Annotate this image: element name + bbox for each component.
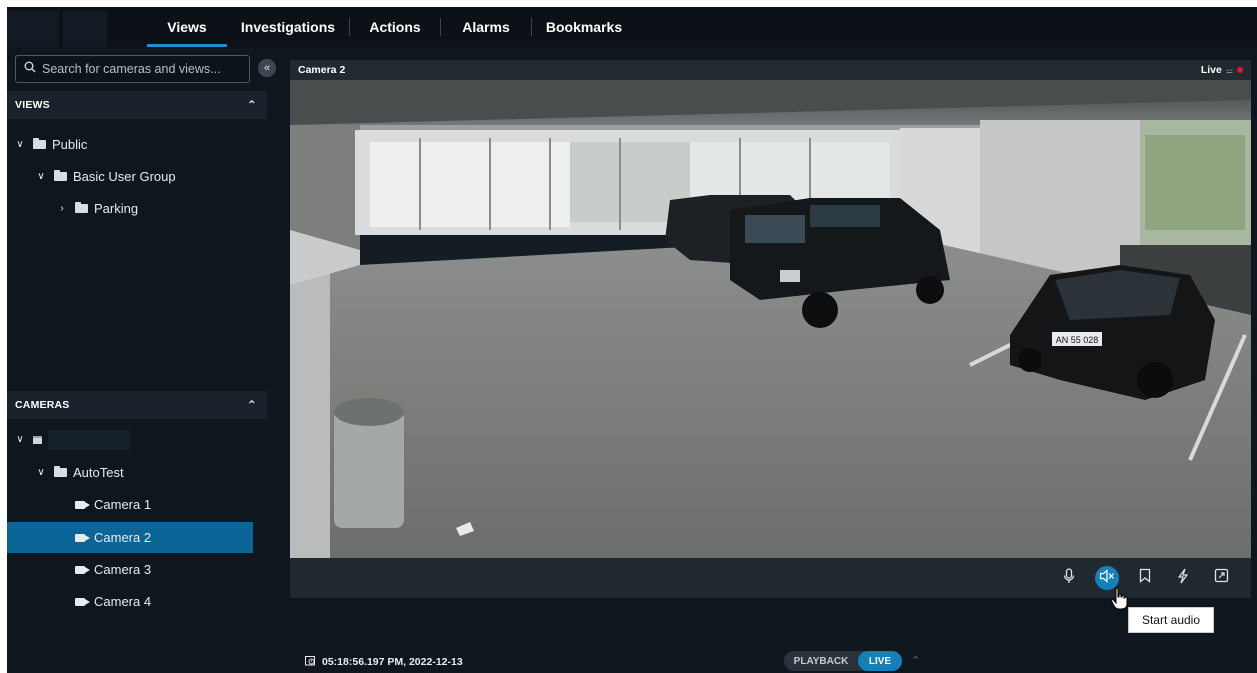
tree-item-label: Camera 3: [94, 562, 152, 577]
top-nav: Views Investigations Actions Alarms Book…: [7, 7, 1257, 47]
microphone-button[interactable]: [1057, 566, 1081, 590]
sidebar: « VIEWS ⌃ ∨ Public ∨ Basic User Group › …: [7, 47, 276, 673]
camera-icon: [75, 597, 90, 606]
tab-actions[interactable]: Actions: [350, 7, 440, 47]
folder-icon: [54, 170, 67, 181]
tab-views[interactable]: Views: [147, 7, 227, 47]
logo-placeholder: [63, 11, 107, 47]
tree-item-public[interactable]: ∨ Public: [7, 129, 253, 160]
camera-viewer[interactable]: Camera 2 Live ⚍ AN 55 028: [290, 60, 1251, 598]
playback-live-toggle: PLAYBACK LIVE: [784, 651, 902, 671]
timestamp[interactable]: 05:18:56.197 PM, 2022-12-13: [305, 655, 463, 669]
parking-garage-scene: AN 55 028: [290, 80, 1251, 558]
tree-item-parking[interactable]: › Parking: [7, 193, 253, 224]
collapse-sidebar-button[interactable]: «: [258, 59, 276, 77]
tree-item-server[interactable]: ∨: [7, 424, 253, 455]
tree-item-label: Basic User Group: [73, 169, 176, 184]
license-plate-text: AN 55 028: [1056, 335, 1099, 345]
camera-title: Camera 2: [298, 64, 346, 76]
recording-dot-icon: [1237, 67, 1243, 73]
add-bookmark-button[interactable]: [1133, 566, 1157, 590]
playback-mode-button[interactable]: PLAYBACK: [784, 651, 858, 671]
chevron-up-icon[interactable]: ⌃: [247, 398, 257, 412]
timestamp-text: 05:18:56.197 PM, 2022-12-13: [322, 656, 463, 668]
tree-item-label: Public: [52, 137, 88, 152]
views-section-header[interactable]: VIEWS ⌃: [7, 91, 267, 119]
camera-icon: [75, 533, 90, 542]
cameras-header-label: CAMERAS: [15, 399, 70, 411]
chevron-right-icon[interactable]: ›: [55, 203, 69, 214]
tree-item-label: Camera 1: [94, 497, 152, 512]
folder-icon: [75, 202, 88, 213]
tab-investigations[interactable]: Investigations: [227, 7, 349, 47]
camera-title-bar: Camera 2 Live ⚍: [290, 60, 1251, 80]
fullscreen-button[interactable]: [1209, 566, 1233, 590]
camera-control-bar: [290, 558, 1251, 598]
chevron-down-icon[interactable]: ∨: [13, 139, 27, 150]
chevron-down-icon[interactable]: ∨: [34, 467, 48, 478]
tree-item-label: AutoTest: [73, 465, 124, 480]
actions-trigger-button[interactable]: [1171, 566, 1195, 590]
folder-icon: [54, 466, 67, 477]
app-window: Views Investigations Actions Alarms Book…: [7, 7, 1257, 673]
live-indicator: Live ⚍: [1201, 64, 1243, 76]
chevron-up-icon[interactable]: ⌃: [247, 98, 257, 112]
hand-pointer-cursor-icon: [1110, 587, 1128, 616]
tree-item-camera-3[interactable]: Camera 3: [7, 554, 253, 585]
clock-calendar-icon: [305, 655, 316, 669]
chevron-down-icon[interactable]: ∨: [13, 434, 27, 445]
double-chevron-left-icon: «: [263, 62, 271, 74]
server-icon: [33, 435, 42, 444]
live-mode-button[interactable]: LIVE: [858, 651, 902, 671]
main-tabs: Views Investigations Actions Alarms Book…: [147, 7, 636, 47]
live-indicator-label: Live: [1200, 64, 1222, 76]
fullscreen-icon: [1214, 568, 1229, 588]
cameras-section-header[interactable]: CAMERAS ⌃: [7, 391, 267, 419]
chevron-down-icon[interactable]: ∨: [34, 171, 48, 182]
search-box[interactable]: [15, 55, 250, 83]
tree-item-label: Camera 4: [94, 594, 152, 609]
camera-icon: [75, 500, 90, 509]
start-audio-tooltip: Start audio: [1128, 607, 1214, 633]
logo-placeholder: [7, 11, 59, 47]
tree-item-autotest[interactable]: ∨ AutoTest: [7, 457, 253, 488]
double-chevron-up-icon[interactable]: ⌃: [911, 654, 920, 667]
lightning-icon: [1177, 568, 1189, 589]
video-feed[interactable]: AN 55 028: [290, 80, 1251, 558]
tab-alarms[interactable]: Alarms: [441, 7, 531, 47]
search-input[interactable]: [42, 62, 232, 76]
tree-item-label: Parking: [94, 201, 139, 216]
microphone-icon: [1062, 567, 1076, 589]
stream-info-icon: ⚍: [1225, 65, 1233, 75]
tree-item-camera-2[interactable]: Camera 2: [7, 522, 253, 553]
redacted-server-name: [48, 429, 130, 450]
folder-icon: [33, 138, 46, 149]
camera-icon: [75, 565, 90, 574]
speaker-muted-icon: [1099, 568, 1115, 588]
tree-item-camera-1[interactable]: Camera 1: [7, 489, 253, 520]
search-icon: [24, 60, 36, 78]
views-header-label: VIEWS: [15, 99, 50, 111]
tree-item-basic-user-group[interactable]: ∨ Basic User Group: [7, 161, 253, 192]
tree-item-camera-4[interactable]: Camera 4: [7, 586, 253, 617]
tab-bookmarks[interactable]: Bookmarks: [532, 7, 636, 47]
tree-item-label: Camera 2: [94, 530, 152, 545]
bookmark-icon: [1139, 568, 1151, 588]
